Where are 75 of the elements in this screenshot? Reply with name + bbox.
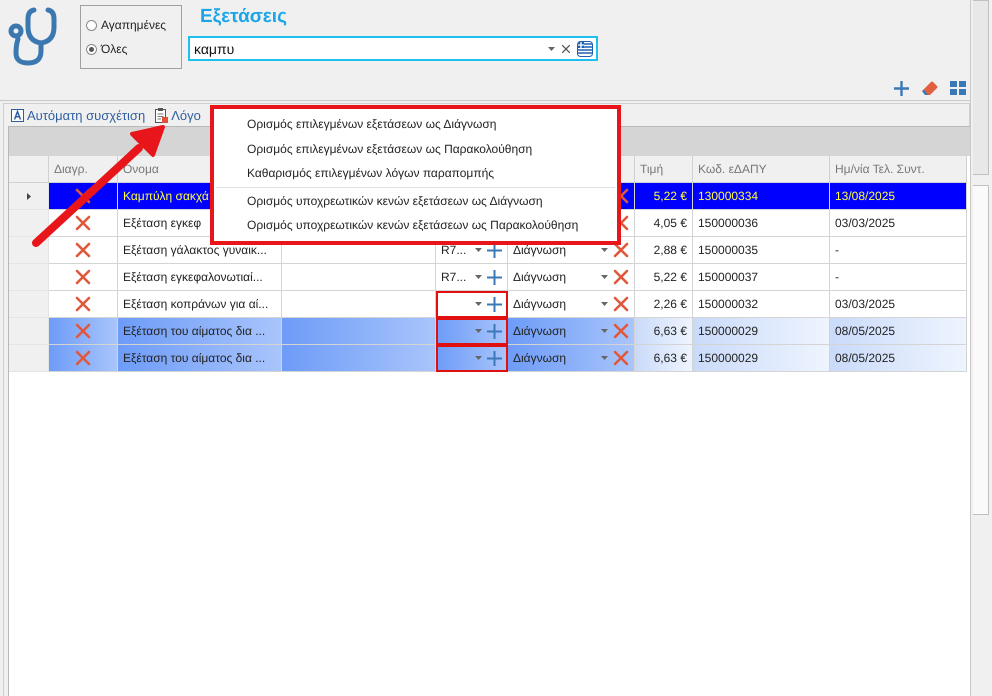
add-icon[interactable] bbox=[894, 80, 909, 96]
letter-a-icon bbox=[11, 108, 24, 122]
table-cell: 130000334 bbox=[693, 183, 830, 210]
table-cell: 6,63 € bbox=[635, 318, 693, 345]
dropdown-caret-icon[interactable] bbox=[601, 275, 608, 279]
add-icon[interactable] bbox=[487, 350, 502, 366]
add-icon[interactable] bbox=[487, 296, 502, 312]
radio-label: Όλες bbox=[101, 42, 128, 56]
dropdown-caret-icon[interactable] bbox=[601, 356, 608, 360]
table-cell: - bbox=[830, 237, 967, 264]
toolbar-button[interactable]: Λόγο bbox=[155, 108, 201, 122]
table-cell: - bbox=[830, 264, 967, 291]
reason-code: R7... bbox=[441, 270, 466, 284]
column-header[interactable]: Διαγρ. bbox=[49, 156, 118, 183]
table-cell: Εξέταση του αίματος δια ... bbox=[118, 345, 282, 372]
reason-field[interactable] bbox=[436, 318, 508, 345]
dropdown-caret-icon[interactable] bbox=[475, 356, 482, 360]
search-input[interactable]: καμπυ bbox=[194, 40, 541, 56]
table-cell: 03/03/2025 bbox=[830, 210, 967, 237]
add-icon[interactable] bbox=[487, 242, 502, 258]
type-dropdown[interactable]: Διάγνωση bbox=[513, 351, 566, 365]
type-dropdown[interactable]: Διάγνωση bbox=[513, 297, 566, 311]
dropdown-caret-icon[interactable] bbox=[601, 248, 608, 252]
column-header[interactable]: Ημ/νία Τελ. Συντ. bbox=[830, 156, 967, 183]
table-cell: 08/05/2025 bbox=[830, 345, 967, 372]
reason-field[interactable] bbox=[436, 345, 508, 372]
type-dropdown[interactable]: Διάγνωση bbox=[513, 324, 566, 338]
dropdown-caret-icon[interactable] bbox=[475, 275, 482, 279]
search-field[interactable]: καμπυ bbox=[188, 36, 598, 61]
table-cell: 150000029 bbox=[693, 318, 830, 345]
reason-field[interactable] bbox=[436, 291, 508, 318]
column-header[interactable]: Κωδ. εΔΑΠΥ bbox=[693, 156, 830, 183]
menu-item[interactable]: Ορισμός επιλεγμένων εξετάσεων ως Διάγνωση bbox=[214, 112, 617, 136]
table-cell: 150000037 bbox=[693, 264, 830, 291]
flag-icon[interactable] bbox=[577, 40, 593, 56]
clear-icon[interactable] bbox=[562, 44, 570, 52]
eraser-icon[interactable] bbox=[921, 80, 938, 96]
reason-field[interactable]: R7... bbox=[436, 264, 508, 291]
type-dropdown[interactable]: Διάγνωση bbox=[513, 270, 566, 284]
clipboard-icon bbox=[155, 108, 168, 122]
dropdown-caret-icon[interactable] bbox=[601, 302, 608, 306]
table-cell: Εξέταση του αίματος δια ... bbox=[118, 318, 282, 345]
reason-code: R7... bbox=[441, 243, 466, 257]
add-icon[interactable] bbox=[487, 324, 502, 338]
dropdown-caret-icon[interactable] bbox=[475, 248, 482, 252]
table-cell: Εξέταση εγκεφαλονωτιαί... bbox=[118, 264, 282, 291]
table-cell: 4,05 € bbox=[635, 210, 693, 237]
add-icon[interactable] bbox=[487, 270, 502, 284]
table-cell: 5,22 € bbox=[635, 264, 693, 291]
table-cell: 6,63 € bbox=[635, 345, 693, 372]
dropdown-caret-icon[interactable] bbox=[548, 46, 555, 50]
dropdown-caret-icon[interactable] bbox=[475, 329, 482, 333]
table-cell: 13/08/2025 bbox=[830, 183, 967, 210]
radio-option[interactable]: Αγαπημένες bbox=[86, 18, 181, 32]
table-cell: 150000036 bbox=[693, 210, 830, 237]
row-pointer-icon bbox=[26, 192, 30, 200]
row-indicator[interactable] bbox=[9, 210, 49, 237]
column-header[interactable]: Τιμή bbox=[635, 156, 693, 183]
toolbar-button[interactable]: Αυτόματη συσχέτιση bbox=[11, 108, 146, 122]
radio-label: Αγαπημένες bbox=[101, 18, 166, 32]
table-cell: 08/05/2025 bbox=[830, 318, 967, 345]
dropdown-caret-icon[interactable] bbox=[601, 329, 608, 333]
type-dropdown[interactable]: Διάγνωση bbox=[513, 243, 566, 257]
grid-layout-icon[interactable] bbox=[950, 81, 966, 95]
radio-button[interactable] bbox=[86, 44, 97, 54]
radio-button[interactable] bbox=[86, 20, 97, 30]
table-cell: 5,22 € bbox=[635, 183, 693, 210]
row-indicator[interactable] bbox=[9, 237, 49, 264]
radio-option[interactable]: Όλες bbox=[86, 42, 181, 56]
section-title: Εξετάσεις bbox=[200, 6, 288, 29]
dropdown-caret-icon[interactable] bbox=[475, 302, 482, 306]
table-cell: 150000029 bbox=[693, 345, 830, 372]
delete-icon[interactable] bbox=[613, 242, 629, 258]
table-cell: 2,88 € bbox=[635, 237, 693, 264]
table-cell: 150000035 bbox=[693, 237, 830, 264]
